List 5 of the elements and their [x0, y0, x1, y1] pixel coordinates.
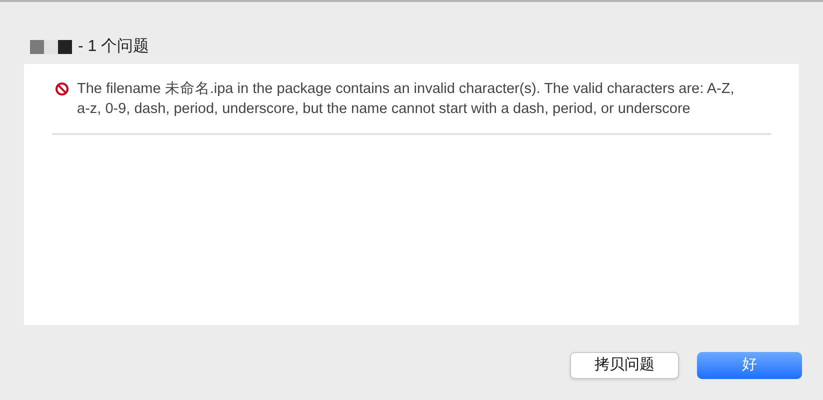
- copy-issues-button[interactable]: 拷贝问题: [570, 352, 679, 379]
- dialog-title: - 1 个问题: [78, 37, 150, 57]
- prohibited-icon: [55, 82, 69, 96]
- redacted-icon: [30, 40, 72, 54]
- issue-message: The filename 未命名.ipa in the package contains an invalid character(s). The valid characters are: A-Z, a-z, 0-9, dash, period, underscore, but the name cannot start with a dash, period, or underscore: [77, 80, 736, 119]
